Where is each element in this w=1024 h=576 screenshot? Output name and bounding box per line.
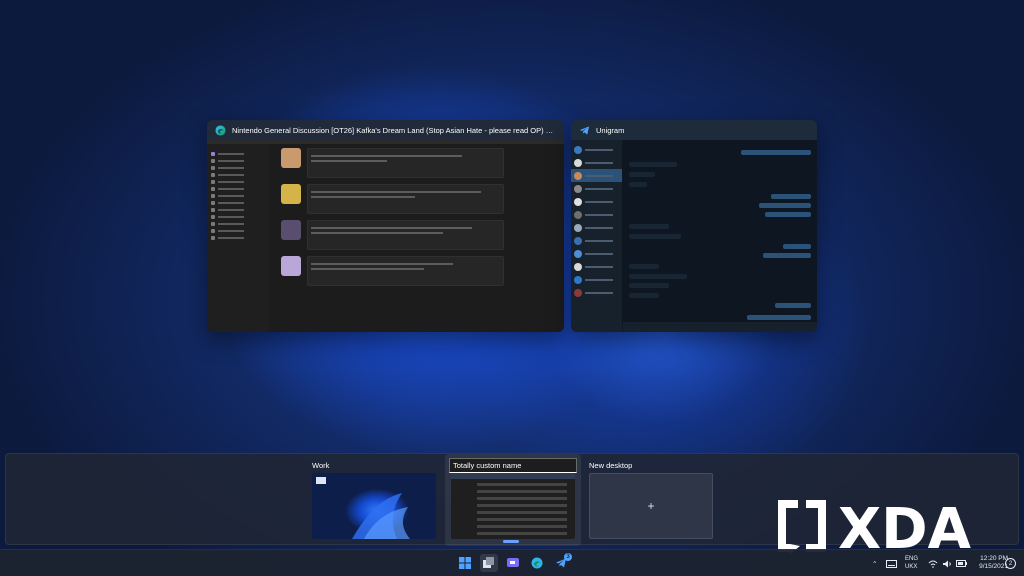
- taskbar: 3 ⌃ ENG UKX 12:20 PM 9/15/2021 2: [0, 549, 1024, 576]
- windows-bloom-icon: [352, 493, 410, 539]
- chat-list-item: [571, 273, 622, 286]
- desktop-thumbnail[interactable]: [312, 473, 436, 539]
- plus-icon: +: [647, 499, 655, 513]
- forum-post: [281, 148, 504, 178]
- desktop-work[interactable]: Work: [306, 454, 442, 546]
- chat-list-item: [571, 195, 622, 208]
- message-input: [623, 322, 817, 332]
- chat-list-item: [571, 182, 622, 195]
- edge-icon: [215, 124, 226, 136]
- chat-area: [623, 140, 817, 332]
- chat-list-item: [571, 234, 622, 247]
- forum-post: [281, 184, 504, 214]
- desktop-label: Work: [312, 461, 330, 470]
- unigram-window-titlebar: Unigram: [571, 120, 817, 140]
- notification-center-button[interactable]: 2: [1005, 558, 1016, 569]
- unigram-body: [571, 140, 817, 332]
- telegram-icon: [579, 125, 590, 135]
- xda-logo: XDA: [778, 500, 972, 554]
- show-hidden-icons[interactable]: ⌃: [872, 550, 877, 576]
- edge-window-titlebar: Nintendo General Discussion [OT26] Kafka…: [207, 120, 564, 140]
- telegram-icon[interactable]: 3: [552, 553, 572, 572]
- forum-post: [281, 256, 504, 286]
- chat-list-item: [571, 260, 622, 273]
- desktop-label: New desktop: [589, 461, 633, 470]
- desktop-custom[interactable]: Totally custom name: [445, 454, 581, 546]
- language-indicator[interactable]: ENG UKX: [905, 555, 918, 571]
- new-desktop[interactable]: New desktop +: [583, 454, 719, 546]
- clock[interactable]: 12:20 PM 9/15/2021: [968, 555, 1008, 571]
- chat-list-item: [571, 221, 622, 234]
- chat-list-item: [571, 156, 622, 169]
- new-desktop-button[interactable]: +: [589, 473, 713, 539]
- chat-icon[interactable]: [504, 554, 522, 572]
- chat-list-item: [571, 169, 622, 182]
- desktop-thumbnail[interactable]: [451, 473, 575, 539]
- chat-list-item: [571, 247, 622, 260]
- forum-body: [207, 144, 564, 332]
- chat-list-item: [571, 208, 622, 221]
- chevron-up-icon: ⌃: [872, 560, 878, 568]
- forum-sidebar: [207, 144, 269, 332]
- xda-text: XDA: [838, 500, 972, 554]
- unread-badge: 3: [564, 553, 572, 561]
- edge-window-title: Nintendo General Discussion [OT26] Kafka…: [232, 125, 556, 135]
- start-icon[interactable]: [456, 554, 474, 572]
- wifi-icon[interactable]: [928, 550, 938, 576]
- desktop-name-input[interactable]: Totally custom name: [449, 458, 577, 473]
- chat-list-item: [571, 286, 622, 299]
- chat-list: [571, 140, 623, 332]
- keyboard-icon[interactable]: [886, 550, 897, 576]
- forum-post: [281, 220, 504, 250]
- forum-thread: [269, 144, 564, 332]
- unigram-window-title: Unigram: [596, 125, 625, 135]
- edge-window-thumbnail[interactable]: Nintendo General Discussion [OT26] Kafka…: [207, 120, 564, 332]
- chat-list-item: [571, 143, 622, 156]
- battery-icon[interactable]: [956, 550, 967, 576]
- volume-icon[interactable]: [942, 550, 952, 576]
- active-desktop-indicator: [503, 540, 519, 543]
- task-view-icon[interactable]: [480, 554, 498, 572]
- unigram-window-thumbnail[interactable]: Unigram: [571, 120, 817, 332]
- edge-icon[interactable]: [528, 554, 546, 572]
